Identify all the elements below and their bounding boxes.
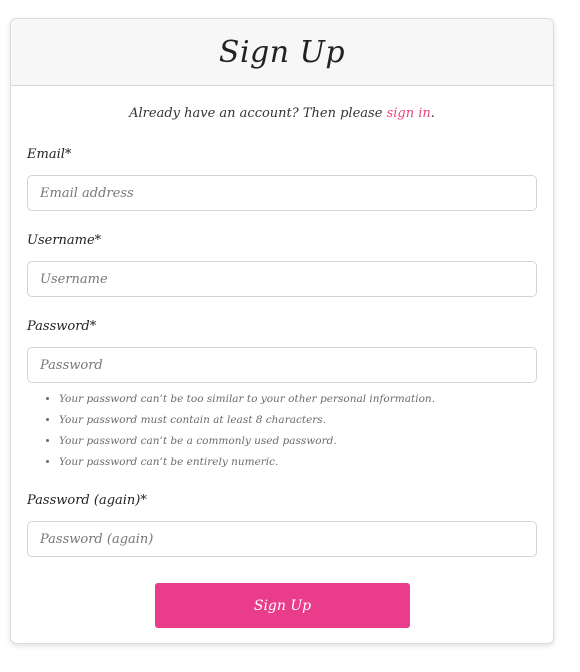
username-label: Username* bbox=[27, 233, 102, 248]
signin-prompt: Already have an account? Then please sig… bbox=[27, 106, 537, 124]
email-field[interactable] bbox=[27, 175, 537, 211]
page-title: Sign Up bbox=[218, 34, 346, 70]
password-field[interactable] bbox=[27, 347, 537, 383]
password-help-item: Your password can’t be entirely numeric. bbox=[59, 452, 435, 473]
password-help-item: Your password can’t be too similar to yo… bbox=[59, 389, 435, 410]
password-again-field[interactable] bbox=[27, 521, 537, 557]
password-help-item: Your password can’t be a commonly used p… bbox=[59, 431, 435, 452]
card-body: Already have an account? Then please sig… bbox=[11, 106, 553, 628]
password-label: Password* bbox=[27, 319, 97, 334]
signup-card: Sign Up Already have an account? Then pl… bbox=[10, 18, 554, 644]
password-help-item: Your password must contain at least 8 ch… bbox=[59, 410, 435, 431]
signin-prompt-text: Already have an account? Then please bbox=[129, 106, 387, 121]
username-field[interactable] bbox=[27, 261, 537, 297]
signin-link[interactable]: sign in bbox=[387, 106, 431, 121]
signin-prompt-suffix: . bbox=[430, 106, 435, 121]
password-help-list: Your password can’t be too similar to yo… bbox=[27, 389, 435, 473]
sign-up-button[interactable]: Sign Up bbox=[155, 583, 410, 628]
email-label: Email* bbox=[27, 147, 72, 162]
password-again-label: Password (again)* bbox=[27, 493, 147, 508]
card-header: Sign Up bbox=[11, 19, 553, 86]
